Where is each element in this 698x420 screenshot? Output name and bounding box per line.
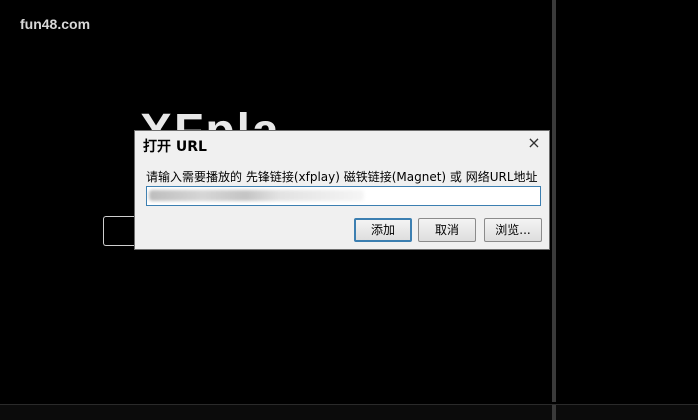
url-prompt-label: 请输入需要播放的 先锋链接(xfplay) 磁铁链接(Magnet) 或 网络U…: [146, 170, 538, 184]
player-logo: XFplay: [140, 105, 280, 132]
status-bar-separator: [552, 405, 556, 420]
close-icon[interactable]: ×: [525, 133, 543, 153]
watermark-text: fun48.com: [20, 16, 91, 32]
playlist-divider[interactable]: [552, 0, 556, 402]
browse-button[interactable]: 浏览...: [484, 218, 542, 242]
redacted-url-text: [149, 190, 364, 201]
status-bar: [0, 404, 698, 420]
add-button[interactable]: 添加: [354, 218, 412, 242]
dialog-titlebar[interactable]: 打开 URL ×: [135, 131, 549, 159]
dialog-title: 打开 URL: [143, 139, 207, 155]
cancel-button[interactable]: 取消: [418, 218, 476, 242]
open-url-dialog: 打开 URL × 请输入需要播放的 先锋链接(xfplay) 磁铁链接(Magn…: [134, 130, 550, 250]
